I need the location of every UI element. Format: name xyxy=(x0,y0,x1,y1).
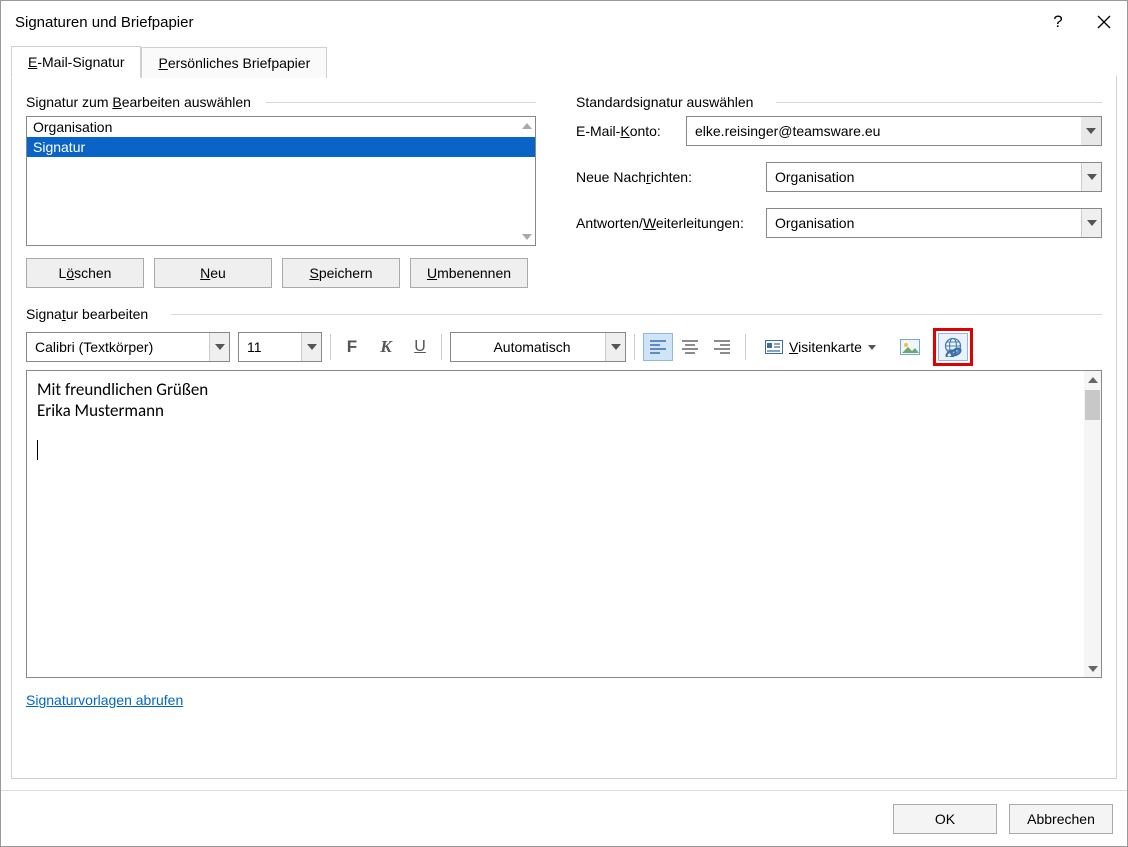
scroll-thumb[interactable] xyxy=(1085,390,1100,420)
signature-buttons: Löschen Neu Speichern Umbenennen xyxy=(26,258,536,288)
replies-combo[interactable]: Organisation xyxy=(766,208,1102,238)
font-combo[interactable]: Calibri (Textkörper) xyxy=(26,332,230,362)
save-button[interactable]: Speichern xyxy=(282,258,400,288)
account-combo[interactable]: elke.reisinger@teamsware.eu xyxy=(686,116,1102,146)
scroll-down-icon[interactable] xyxy=(1084,660,1101,677)
text-caret xyxy=(37,440,38,460)
align-right-button[interactable] xyxy=(707,333,737,361)
replies-label: Antworten/Weiterleitungen: xyxy=(576,215,766,231)
toolbar-separator xyxy=(330,334,331,360)
toolbar-separator xyxy=(745,334,746,360)
insert-picture-button[interactable] xyxy=(895,333,925,361)
font-color-combo[interactable]: Automatisch xyxy=(450,332,626,362)
signature-editor[interactable]: Mit freundlichen Grüßen Erika Mustermann xyxy=(26,370,1102,678)
new-messages-combo[interactable]: Organisation xyxy=(766,162,1102,192)
cancel-button[interactable]: Abbrechen xyxy=(1009,804,1113,834)
editor-line: Mit freundlichen Grüßen xyxy=(37,379,1091,400)
scroll-down-icon[interactable] xyxy=(518,228,535,245)
default-signature-group: Standardsignatur auswählen E-Mail-Konto:… xyxy=(576,94,1102,288)
tab-personal-stationery[interactable]: Persönliches Briefpapier xyxy=(141,47,327,78)
toolbar-separator xyxy=(441,334,442,360)
new-messages-label: Neue Nachrichten: xyxy=(576,169,766,185)
new-button[interactable]: Neu xyxy=(154,258,272,288)
delete-button[interactable]: Löschen xyxy=(26,258,144,288)
listbox-scrollbar[interactable] xyxy=(518,117,535,245)
titlebar: Signaturen und Briefpapier ? xyxy=(1,1,1127,43)
ok-button[interactable]: OK xyxy=(893,804,997,834)
toolbar-separator xyxy=(634,334,635,360)
chevron-down-icon xyxy=(209,333,229,361)
editor-scrollbar[interactable] xyxy=(1084,371,1101,677)
get-templates-link[interactable]: Signaturvorlagen abrufen xyxy=(26,692,183,708)
align-left-button[interactable] xyxy=(643,333,673,361)
signature-select-label: Signatur zum Bearbeiten auswählen xyxy=(26,94,536,110)
scroll-up-icon[interactable] xyxy=(1084,371,1101,388)
insert-hyperlink-button[interactable] xyxy=(938,333,968,361)
help-button[interactable]: ? xyxy=(1035,1,1081,43)
dialog-footer: OK Abbrechen xyxy=(1,790,1127,846)
underline-button[interactable]: U xyxy=(407,334,433,360)
dialog: Signaturen und Briefpapier ? E-Mail-Sign… xyxy=(0,0,1128,847)
list-item[interactable]: Signatur xyxy=(27,137,535,157)
edit-signature-group: Signatur bearbeiten Calibri (Textkörper)… xyxy=(26,306,1102,678)
align-center-button[interactable] xyxy=(675,333,705,361)
dialog-title: Signaturen und Briefpapier xyxy=(15,14,1035,31)
list-item[interactable]: Organisation xyxy=(27,117,535,137)
font-size-combo[interactable]: 11 xyxy=(238,332,322,362)
chevron-down-icon xyxy=(1081,209,1101,237)
signature-listbox[interactable]: Organisation Signatur xyxy=(26,116,536,246)
bold-button[interactable]: F xyxy=(339,334,365,360)
tab-content: Signatur zum Bearbeiten auswählen Organi… xyxy=(11,76,1117,779)
editor-toolbar: Calibri (Textkörper) 11 F K U Automatisc… xyxy=(26,330,1102,364)
business-card-button[interactable]: Visitenkarte xyxy=(754,333,887,361)
edit-signature-label: Signatur bearbeiten xyxy=(26,306,1102,322)
chevron-down-icon xyxy=(868,345,876,350)
close-button[interactable] xyxy=(1081,1,1127,43)
top-columns: Signatur zum Bearbeiten auswählen Organi… xyxy=(26,94,1102,288)
highlight-annotation xyxy=(933,328,973,366)
vcard-icon xyxy=(765,340,783,354)
scroll-up-icon[interactable] xyxy=(518,117,535,134)
tab-email-signature[interactable]: E-Mail-Signatur xyxy=(11,46,141,78)
alignment-group xyxy=(643,333,737,361)
editor-line: Erika Mustermann xyxy=(37,400,1091,421)
default-signature-label: Standardsignatur auswählen xyxy=(576,94,1102,110)
default-signature-form: E-Mail-Konto: elke.reisinger@teamsware.e… xyxy=(576,116,1102,238)
signature-select-group: Signatur zum Bearbeiten auswählen Organi… xyxy=(26,94,536,288)
chevron-down-icon xyxy=(605,333,625,361)
tabs: E-Mail-Signatur Persönliches Briefpapier xyxy=(1,43,1127,77)
rename-button[interactable]: Umbenennen xyxy=(410,258,528,288)
chevron-down-icon xyxy=(1081,163,1101,191)
chevron-down-icon xyxy=(1081,117,1101,145)
chevron-down-icon xyxy=(301,333,321,361)
italic-button[interactable]: K xyxy=(373,334,399,360)
